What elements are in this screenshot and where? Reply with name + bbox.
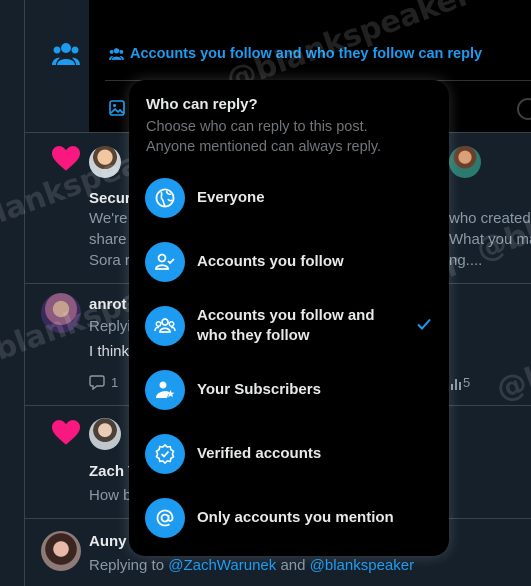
reply-setting-button[interactable]: Accounts you follow and who they follow … (109, 46, 482, 62)
option-label: Accounts you follow and who they follow (197, 307, 375, 344)
option-accounts-you-follow[interactable]: Accounts you follow (129, 230, 449, 294)
avatar[interactable] (89, 418, 121, 450)
option-label: Accounts you follow (197, 253, 344, 270)
post-author-name[interactable]: Auny (89, 533, 127, 550)
option-everyone[interactable]: Everyone (129, 166, 449, 230)
view-count: 5 (463, 375, 471, 390)
post-author-name[interactable]: Secur (89, 190, 131, 207)
heart-icon (52, 146, 80, 171)
character-progress-ring (517, 98, 531, 120)
person-check-icon (145, 242, 185, 282)
post-text-line: What you ma (449, 231, 531, 248)
option-your-subscribers[interactable]: Your Subscribers (129, 358, 449, 422)
option-label: Verified accounts (197, 445, 322, 462)
person-star-icon (145, 370, 185, 410)
heart-icon (52, 420, 80, 445)
option-label: Everyone (197, 189, 265, 206)
who-can-reply-menu: Who can reply? Choose who can reply to t… (129, 80, 449, 556)
replying-to-label: Replying to (89, 557, 165, 574)
avatar[interactable] (89, 146, 121, 178)
left-divider (24, 0, 25, 586)
reply-setting-label: Accounts you follow and who they follow … (130, 46, 483, 62)
post-text: I think (89, 343, 130, 360)
people-icon (109, 48, 124, 60)
people-icon (145, 306, 185, 346)
and-text: and (280, 557, 306, 574)
mention-link[interactable]: @ZachWarunek (168, 557, 276, 574)
verified-badge-icon (145, 434, 185, 474)
option-label: Your Subscribers (197, 381, 321, 398)
people-icon (52, 43, 80, 65)
menu-title: Who can reply? (146, 96, 258, 113)
post-text-line: who created t (449, 210, 531, 227)
views-icon[interactable] (451, 376, 461, 390)
reply-icon[interactable] (89, 374, 105, 390)
option-only-accounts-you-mention[interactable]: Only accounts you mention (129, 486, 449, 550)
post-text-line: We're (89, 210, 128, 227)
media-icon[interactable] (109, 100, 125, 116)
avatar[interactable] (41, 531, 81, 571)
option-accounts-you-follow-and-who-they-follow[interactable]: Accounts you follow and who they follow (129, 294, 449, 358)
replying-to-line: Replying to @ZachWarunek and @blankspeak… (89, 557, 414, 574)
option-label: Only accounts you mention (197, 509, 394, 526)
globe-icon (145, 178, 185, 218)
watermark: @blankspeaker (491, 287, 531, 408)
avatar[interactable] (41, 293, 81, 333)
avatar[interactable] (449, 146, 481, 178)
replying-to-text: Replyi (89, 318, 131, 335)
post-author-name[interactable]: anrot (89, 296, 127, 313)
at-sign-icon (145, 498, 185, 538)
mention-link[interactable]: @blankspeaker (310, 557, 414, 574)
post-text: How b (89, 487, 132, 504)
post-text-line: Sora r (89, 252, 130, 269)
checkmark-icon (417, 318, 431, 330)
post-text-line: ng.... (449, 252, 483, 269)
reply-count: 1 (111, 375, 119, 390)
option-verified-accounts[interactable]: Verified accounts (129, 422, 449, 486)
post-text-line: share (89, 231, 127, 248)
menu-description: Choose who can reply to this post. Anyon… (146, 119, 382, 155)
